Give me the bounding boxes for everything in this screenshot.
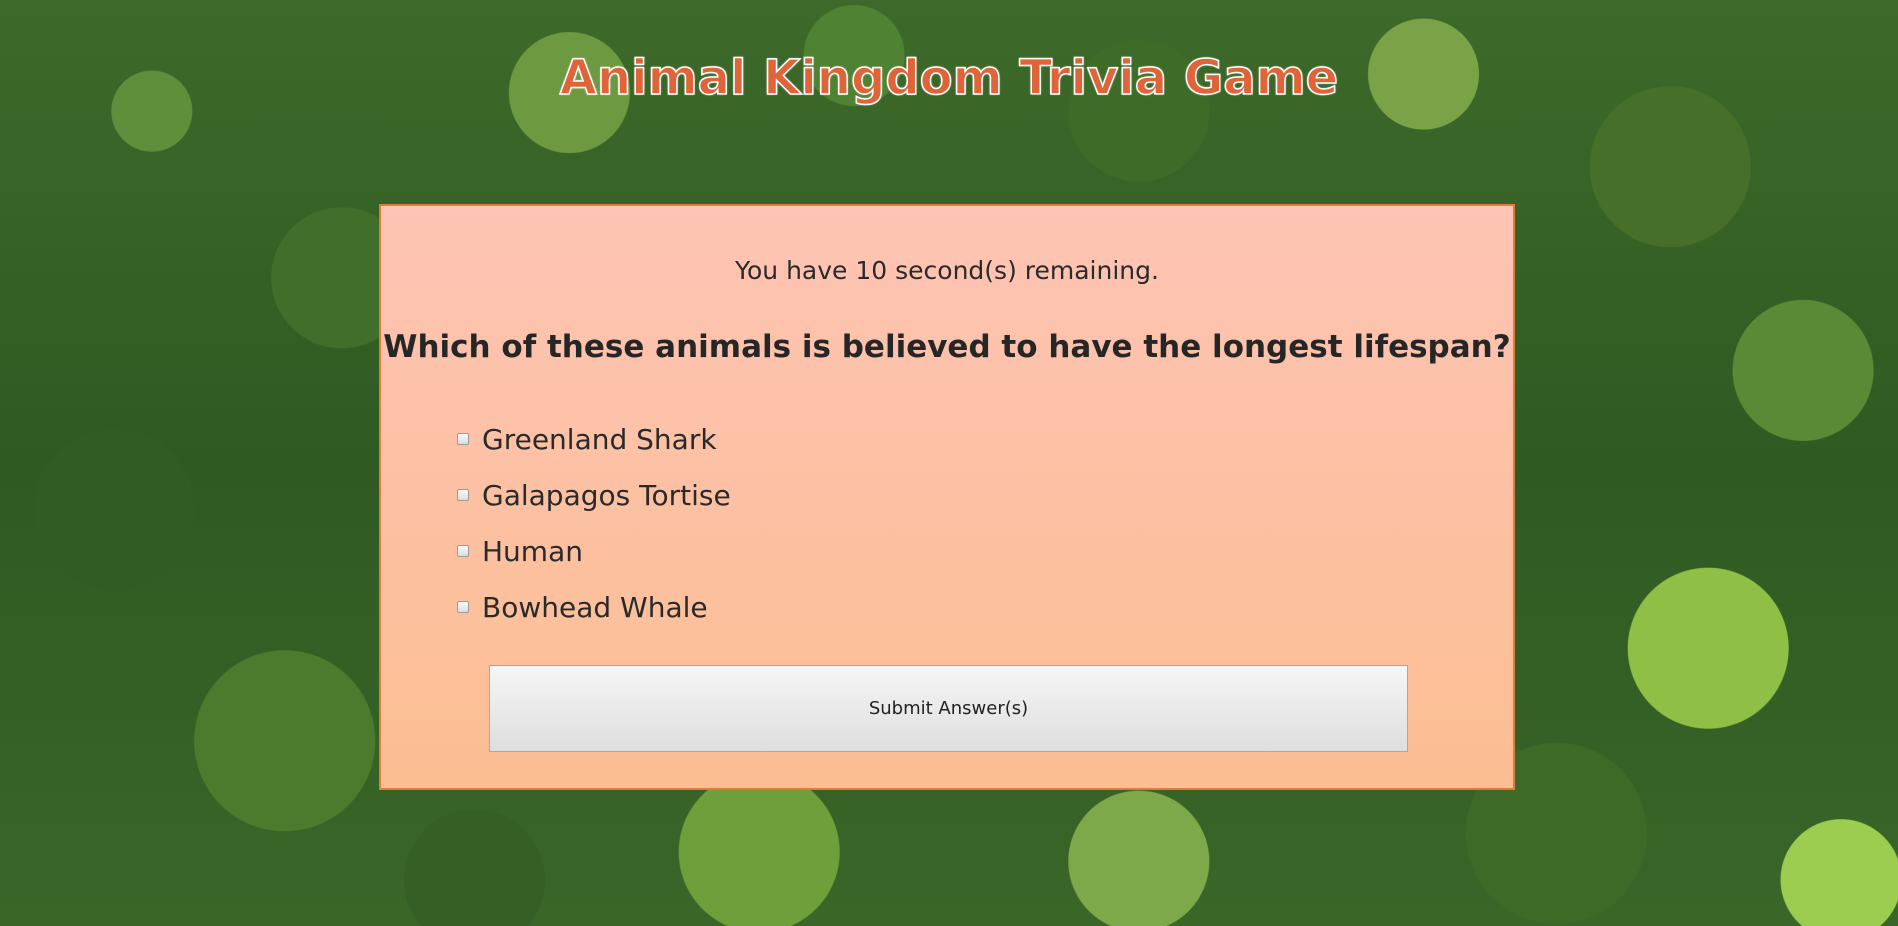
quiz-panel: You have 10 second(s) remaining. Which o… <box>379 204 1515 790</box>
option-label: Galapagos Tortise <box>482 478 731 512</box>
option-label: Greenland Shark <box>482 422 717 456</box>
question-text: Which of these animals is believed to ha… <box>383 329 1511 365</box>
page-title: Animal Kingdom Trivia Game <box>559 49 1339 107</box>
answer-options: Greenland Shark Galapagos Tortise Human … <box>457 411 731 635</box>
checkbox[interactable] <box>457 545 469 557</box>
timer-text: You have 10 second(s) remaining. <box>735 256 1159 285</box>
option-galapagos-tortise[interactable]: Galapagos Tortise <box>457 467 731 523</box>
submit-button[interactable]: Submit Answer(s) <box>489 665 1408 752</box>
option-human[interactable]: Human <box>457 523 731 579</box>
option-label: Human <box>482 534 583 568</box>
checkbox[interactable] <box>457 489 469 501</box>
option-greenland-shark[interactable]: Greenland Shark <box>457 411 731 467</box>
checkbox[interactable] <box>457 601 469 613</box>
option-label: Bowhead Whale <box>482 590 708 624</box>
checkbox[interactable] <box>457 433 469 445</box>
option-bowhead-whale[interactable]: Bowhead Whale <box>457 579 731 635</box>
